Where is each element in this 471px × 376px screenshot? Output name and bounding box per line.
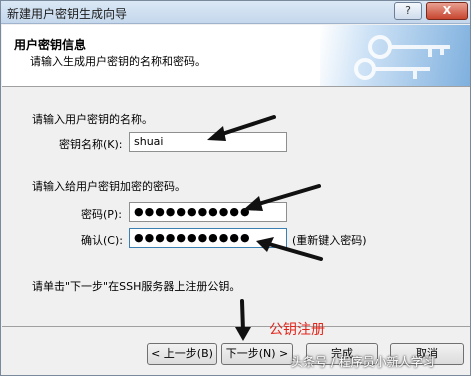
arrow-head-next-button	[235, 327, 251, 341]
arrow-to-next-button	[240, 299, 245, 333]
arrow-to-confirm	[267, 242, 323, 261]
arrow-to-key-name	[217, 115, 276, 137]
arrow-to-password	[253, 184, 321, 207]
arrow-head-key-name	[207, 126, 226, 141]
arrow-head-password	[243, 196, 263, 211]
wizard-window: 新建用户密钥生成向导 ? X 用户密钥信息 请输入生成用户密钥的名称和密码。 请…	[0, 0, 471, 376]
annotation-arrows	[207, 115, 323, 341]
